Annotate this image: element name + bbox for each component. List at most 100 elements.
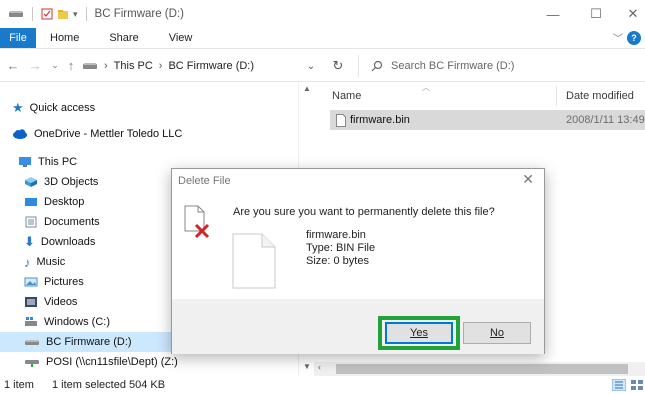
breadcrumb-separator: › bbox=[158, 60, 163, 72]
documents-icon bbox=[25, 216, 37, 228]
sidebar-item-label: Desktop bbox=[44, 196, 85, 208]
details-view-icon[interactable] bbox=[612, 379, 626, 391]
sidebar-item-pictures[interactable]: Pictures bbox=[24, 272, 84, 292]
file-details: firmware.bin Type: BIN File Size: 0 byte… bbox=[306, 229, 375, 268]
sidebar-item-desktop[interactable]: Desktop bbox=[24, 192, 84, 212]
download-icon: ⬇ bbox=[24, 234, 35, 249]
sidebar-item-documents[interactable]: Documents bbox=[24, 212, 100, 232]
file-date: 2008/1/11 13:49 bbox=[566, 114, 645, 126]
toolbar-separator bbox=[32, 7, 33, 21]
window-title: BC Firmware (D:) bbox=[94, 8, 184, 20]
sidebar-item-label: OneDrive - Mettler Toledo LLC bbox=[34, 128, 183, 140]
up-arrow-icon[interactable]: ↑ bbox=[62, 58, 80, 73]
quick-access-toolbar: ▾ bbox=[0, 7, 91, 21]
sidebar-item-posi-z[interactable]: POSI (\\cn11sfile\Dept) (Z:) bbox=[24, 352, 178, 372]
yes-button[interactable]: Yes bbox=[385, 322, 453, 344]
address-dropdown-icon[interactable]: ⌄ bbox=[300, 55, 322, 77]
sidebar-item-label: This PC bbox=[38, 156, 78, 168]
status-bar: 1 item 1 item selected 504 KB bbox=[0, 376, 645, 394]
column-separator[interactable] bbox=[556, 86, 557, 106]
refresh-icon[interactable]: ↻ bbox=[328, 55, 348, 77]
file-icon bbox=[232, 233, 276, 289]
breadcrumb-this-pc[interactable]: This PC bbox=[114, 60, 153, 72]
column-header-name[interactable]: Name bbox=[332, 90, 361, 102]
scrollbar-thumb[interactable] bbox=[336, 364, 628, 374]
help-icon[interactable]: ? bbox=[627, 30, 641, 45]
cloud-icon bbox=[13, 129, 27, 139]
dialog-question: Are you sure you want to permanently del… bbox=[233, 206, 495, 218]
sidebar-item-3d-objects[interactable]: 3D Objects bbox=[24, 172, 98, 192]
search-placeholder: Search BC Firmware (D:) bbox=[391, 60, 515, 72]
tab-share[interactable]: Share bbox=[94, 32, 153, 44]
horizontal-scrollbar[interactable]: ‹ ⌄ bbox=[314, 346, 645, 376]
forward-arrow-icon[interactable]: → bbox=[26, 58, 44, 73]
file-name: firmware.bin bbox=[350, 114, 410, 126]
sidebar-item-this-pc[interactable]: This PC bbox=[18, 152, 77, 172]
dialog-title: Delete File bbox=[178, 175, 231, 187]
sort-ascending-icon: ︿ bbox=[422, 83, 430, 92]
music-icon: ♪ bbox=[24, 254, 31, 270]
sidebar-item-label: Pictures bbox=[44, 276, 84, 288]
videos-icon bbox=[25, 297, 37, 307]
maximize-button[interactable]: ☐ bbox=[578, 0, 614, 28]
new-folder-icon[interactable] bbox=[57, 8, 69, 20]
no-button-label: No bbox=[489, 327, 505, 339]
file-row[interactable]: firmware.bin 2008/1/11 13:49 bbox=[330, 110, 645, 130]
scroll-down-icon[interactable]: ▼ bbox=[302, 362, 312, 371]
network-drive-icon bbox=[25, 360, 39, 367]
status-item-count: 1 item bbox=[4, 379, 34, 391]
yes-button-label: Yes bbox=[410, 327, 428, 339]
close-button[interactable]: ✕ bbox=[615, 0, 645, 28]
sidebar-item-label: Downloads bbox=[40, 236, 96, 248]
pictures-icon bbox=[24, 277, 38, 287]
tab-file[interactable]: File bbox=[0, 28, 36, 48]
title-bar: ▾ BC Firmware (D:) — ☐ ✕ bbox=[0, 0, 645, 28]
usb-drive-icon bbox=[25, 340, 39, 345]
sidebar-item-label: Videos bbox=[44, 296, 78, 308]
sidebar-item-label: Documents bbox=[44, 216, 100, 228]
dialog-file-size: Size: 0 bytes bbox=[306, 255, 369, 267]
sidebar-item-label: Music bbox=[36, 256, 66, 268]
sidebar-item-windows-c[interactable]: Windows (C:) bbox=[24, 312, 110, 332]
delete-file-warning-icon bbox=[184, 205, 210, 239]
sidebar-item-downloads[interactable]: ⬇ Downloads bbox=[24, 232, 95, 252]
breadcrumb-bc-firmware[interactable]: BC Firmware (D:) bbox=[168, 60, 254, 72]
scroll-left-icon[interactable]: ‹ bbox=[318, 362, 321, 372]
properties-icon[interactable] bbox=[41, 8, 53, 20]
sidebar-item-onedrive[interactable]: OneDrive - Mettler Toledo LLC bbox=[12, 124, 182, 144]
large-icons-view-icon[interactable] bbox=[630, 379, 644, 391]
ribbon-tabs: File Home Share View ﹀ ? bbox=[0, 28, 645, 48]
dialog-file-type: Type: BIN File bbox=[306, 242, 376, 254]
drive-icon bbox=[9, 11, 23, 17]
search-icon bbox=[371, 60, 383, 72]
desktop-icon bbox=[25, 198, 37, 206]
back-arrow-icon[interactable]: ← bbox=[4, 58, 22, 73]
address-bar[interactable]: › This PC › BC Firmware (D:) bbox=[82, 55, 304, 77]
customize-toolbar-icon[interactable]: ▾ bbox=[73, 9, 78, 20]
sidebar-item-music[interactable]: ♪ Music bbox=[24, 252, 65, 272]
scroll-up-icon[interactable]: ▲ bbox=[302, 84, 312, 93]
search-input[interactable]: Search BC Firmware (D:) bbox=[358, 55, 645, 77]
breadcrumb-separator: › bbox=[104, 60, 108, 72]
sidebar-item-videos[interactable]: Videos bbox=[24, 292, 77, 312]
sidebar-item-label: POSI (\\cn11sfile\Dept) (Z:) bbox=[46, 356, 178, 368]
pc-icon bbox=[19, 157, 31, 167]
toolbar-separator bbox=[85, 7, 87, 21]
drive-icon bbox=[25, 317, 37, 326]
sidebar-item-label: 3D Objects bbox=[44, 176, 99, 188]
no-button[interactable]: No bbox=[463, 322, 531, 344]
sidebar-item-quick-access[interactable]: ★ Quick access bbox=[12, 98, 95, 118]
cube-icon bbox=[25, 177, 37, 187]
tab-home[interactable]: Home bbox=[36, 32, 94, 44]
tab-view[interactable]: View bbox=[154, 32, 208, 44]
dialog-footer: Yes No bbox=[172, 299, 544, 354]
minimize-button[interactable]: — bbox=[535, 0, 571, 28]
address-row: ← → ⌄ ↑ › This PC › BC Firmware (D:) ⌄ ↻… bbox=[0, 48, 645, 82]
sidebar-item-label: Quick access bbox=[29, 102, 96, 114]
file-icon bbox=[336, 113, 346, 127]
sidebar-item-label: BC Firmware (D:) bbox=[46, 336, 132, 348]
expand-ribbon-icon[interactable]: ﹀ bbox=[613, 30, 623, 45]
column-header-date-modified[interactable]: Date modified bbox=[566, 90, 634, 102]
star-icon: ★ bbox=[12, 100, 24, 115]
dialog-close-icon[interactable]: ✕ bbox=[522, 171, 534, 188]
